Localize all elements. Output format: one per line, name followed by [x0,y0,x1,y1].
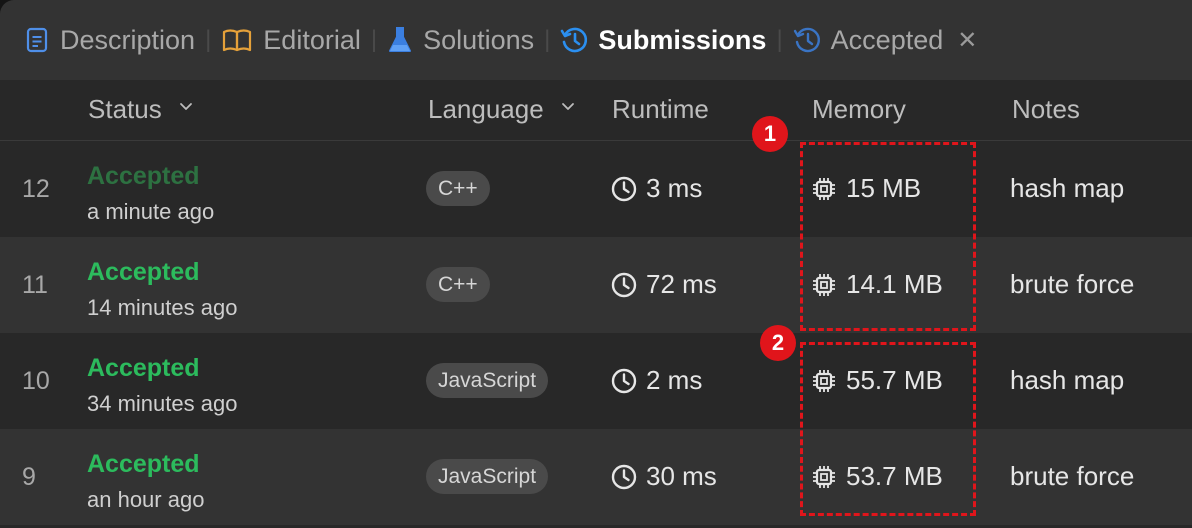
runtime-text: 3 ms [646,173,703,203]
clock-icon [611,464,637,489]
status-header-label: Status [88,94,162,124]
submission-number: 12 [22,175,50,203]
language-column-header[interactable]: Language [428,80,575,140]
close-icon[interactable]: ✕ [957,26,977,55]
chevron-down-icon [562,103,574,110]
annotation-marker-1: 1 [752,116,788,152]
flask-icon [389,27,412,52]
tab-divider: | [776,26,783,53]
status-accepted-link[interactable]: Accepted [87,162,200,191]
status-accepted-link[interactable]: Accepted [87,258,200,287]
tab-description[interactable]: Description [24,0,195,80]
annotation-marker-2: 2 [760,325,796,361]
tab-editorial[interactable]: Editorial [221,0,361,80]
history-icon [561,27,588,53]
submission-number: 9 [22,463,36,491]
tab-submissions-label: Submissions [598,24,767,55]
submission-time: an hour ago [87,487,205,512]
table-row[interactable]: 12 Accepted a minute ago C++ 3 ms 15 MB … [0,141,1192,237]
table-header: Status Language Runtime Memory Notes [0,80,1192,141]
tab-description-label: Description [60,24,196,55]
runtime-value: 2 ms [610,365,702,396]
clock-icon [611,176,637,201]
submission-time: a minute ago [87,199,215,224]
language-header-label: Language [428,94,544,124]
submission-number: 11 [22,271,48,299]
language-badge: C++ [426,267,490,302]
status-accepted-link[interactable]: Accepted [87,354,200,383]
runtime-text: 2 ms [646,365,703,395]
tab-bar: Description | Editorial | Solutions | Su… [0,0,1192,80]
annotation-box-2 [800,342,976,516]
submission-time: 14 minutes ago [87,295,238,320]
chevron-down-icon [180,103,192,110]
runtime-value: 72 ms [610,269,717,300]
annotation-box-1 [800,142,976,331]
language-badge: JavaScript [426,459,549,494]
submission-number: 10 [22,367,50,395]
history-icon [793,27,820,53]
memory-column-header: Memory [812,94,906,124]
submission-time: 34 minutes ago [87,391,238,416]
status-column-header[interactable]: Status [88,80,193,140]
tab-submissions[interactable]: Submissions [560,0,766,80]
notes-text[interactable]: hash map [1010,365,1124,396]
book-icon [223,29,252,52]
runtime-text: 30 ms [646,461,717,491]
clock-icon [611,368,637,393]
notes-text[interactable]: brute force [1010,461,1134,492]
table-row[interactable]: 11 Accepted 14 minutes ago C++ 72 ms 14.… [0,237,1192,333]
notes-column-header: Notes [1012,94,1080,124]
language-badge: JavaScript [426,363,549,398]
tab-divider: | [544,26,551,53]
table-row[interactable]: 10 Accepted 34 minutes ago JavaScript 2 … [0,333,1192,429]
tab-divider: | [370,26,378,53]
tab-divider: | [205,26,212,53]
language-badge: C++ [426,171,490,206]
runtime-text: 72 ms [646,269,717,299]
document-icon [26,27,48,53]
tab-accepted-label: Accepted [830,24,944,55]
runtime-value: 30 ms [610,461,717,492]
table-row[interactable]: 9 Accepted an hour ago JavaScript 30 ms … [0,429,1192,525]
runtime-value: 3 ms [610,173,702,204]
tab-accepted[interactable]: Accepted ✕ [793,0,977,80]
tab-solutions-label: Solutions [423,24,535,55]
tab-solutions[interactable]: Solutions [387,0,534,80]
notes-text[interactable]: hash map [1010,173,1124,204]
clock-icon [611,272,637,297]
runtime-column-header: Runtime [612,94,709,124]
tab-editorial-label: Editorial [263,24,361,55]
submissions-panel: Description | Editorial | Solutions | Su… [0,0,1192,528]
status-accepted-link[interactable]: Accepted [87,450,200,479]
notes-text[interactable]: brute force [1010,269,1134,300]
